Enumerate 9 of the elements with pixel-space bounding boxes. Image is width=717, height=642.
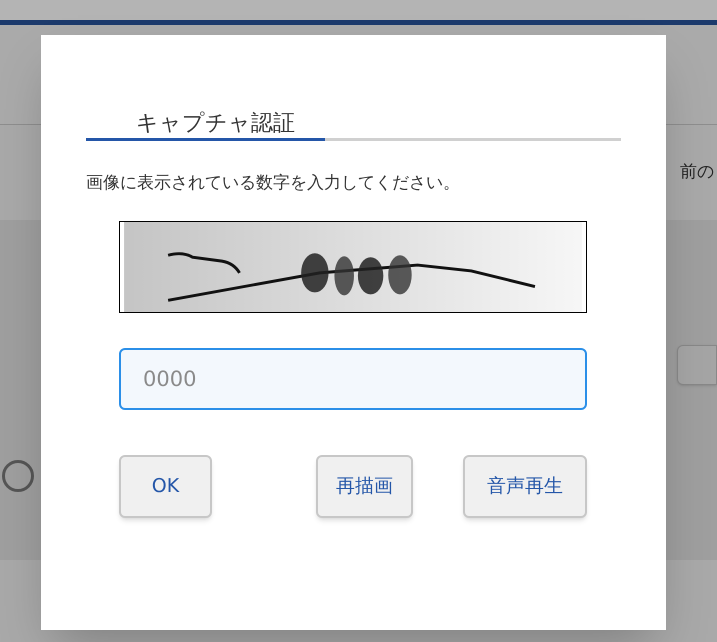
dialog-button[interactable]: 再描画: [316, 454, 413, 518]
instruction-text: 画像に表示されている数字を入力してください。: [86, 172, 461, 195]
dialog-button[interactable]: OK: [119, 454, 212, 518]
tab[interactable]: キャプチャ認証: [86, 107, 325, 141]
background-button[interactable]: [677, 345, 717, 385]
background-text: 前の: [680, 160, 715, 184]
dialog-button[interactable]: 音声再生: [463, 454, 587, 518]
radio-button[interactable]: [2, 460, 34, 492]
input-field[interactable]: 0000: [119, 348, 587, 410]
